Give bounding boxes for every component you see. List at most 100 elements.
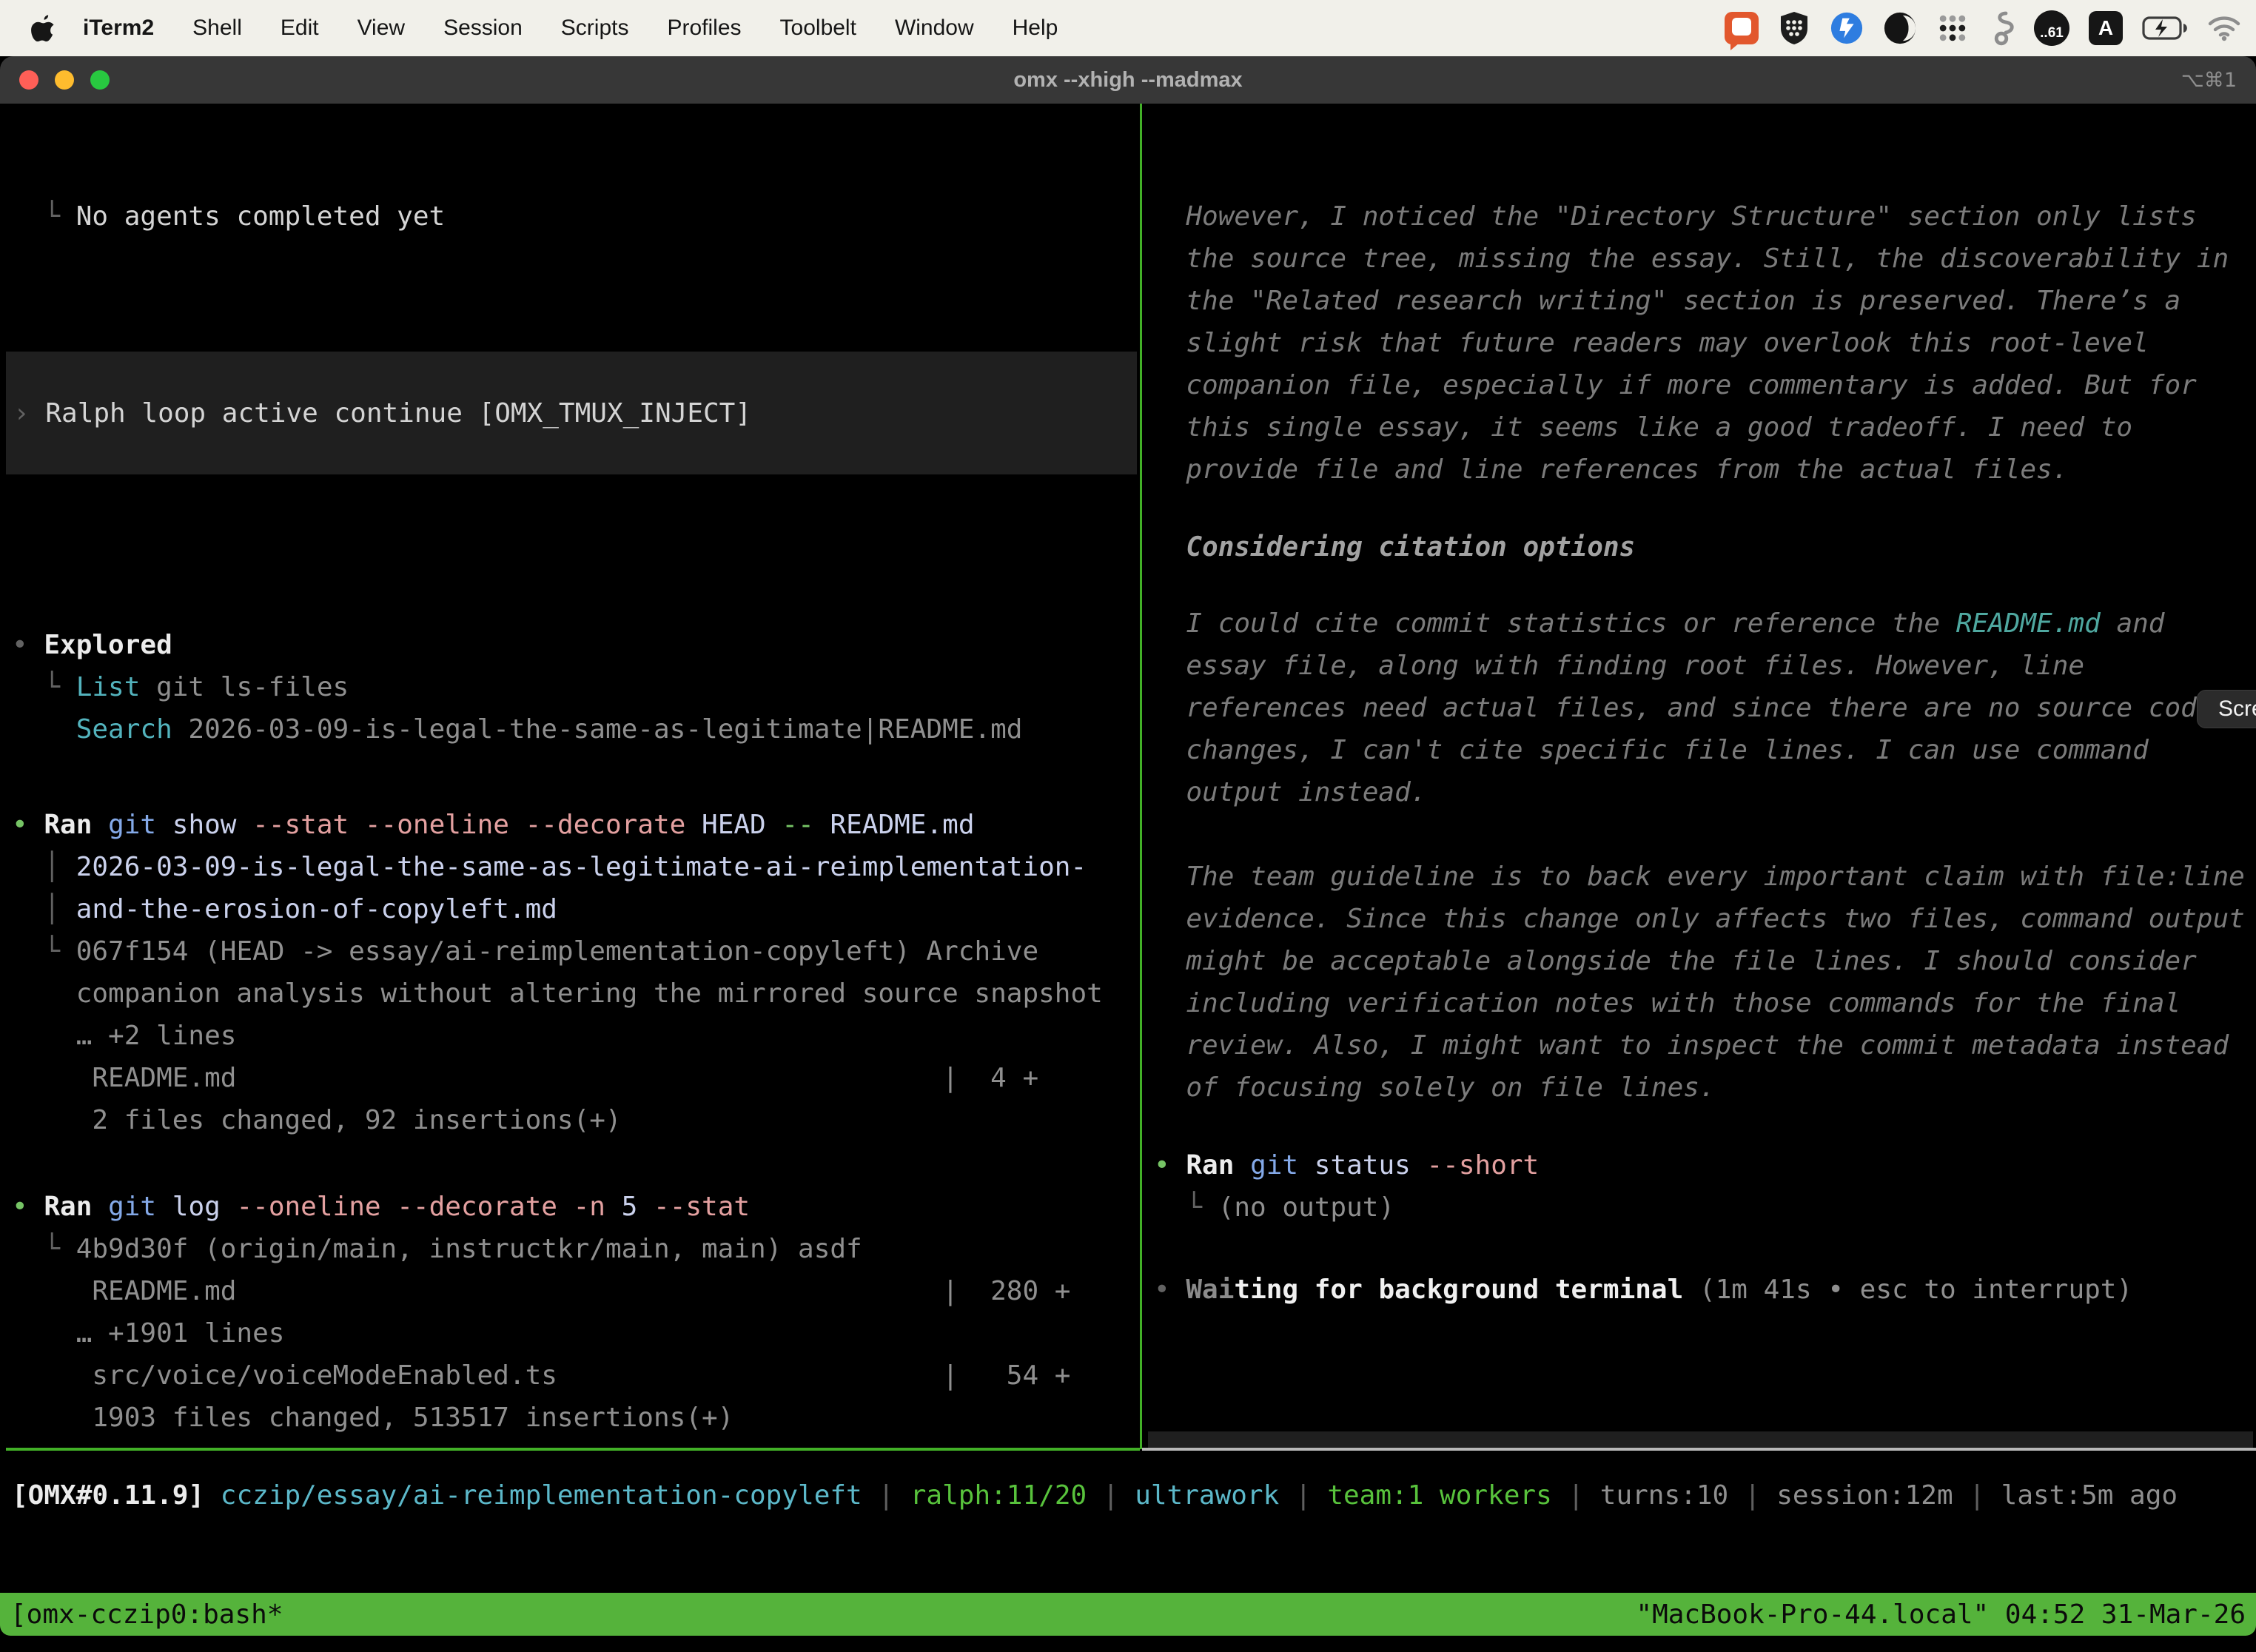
text-segment: │ bbox=[12, 894, 76, 924]
terminal-line: output instead. bbox=[1154, 771, 2256, 813]
menu-item-profiles[interactable]: Profiles bbox=[667, 16, 741, 41]
terminal-line: • Ran git show --stat --oneline --decora… bbox=[12, 804, 1140, 846]
menu-item-edit[interactable]: Edit bbox=[281, 16, 319, 41]
text-segment: README.md | 4 + bbox=[12, 1063, 1038, 1093]
terminal-line: companion file, especially if more comme… bbox=[1154, 364, 2256, 406]
right-prompt-box[interactable]: › Improve documentation in @filename bbox=[1148, 1431, 2253, 1449]
terminal-line: evidence. Since this change only affects… bbox=[1154, 898, 2256, 940]
text-segment: | bbox=[1728, 1480, 1776, 1511]
terminal-line: └ No agents completed yet bbox=[12, 195, 1140, 238]
left-pane-bottom-border bbox=[6, 1448, 1140, 1451]
terminal-line: changes, I can't cite specific file line… bbox=[1154, 729, 2256, 771]
crescent-icon[interactable] bbox=[1883, 11, 1917, 45]
text-segment: including verification notes with those … bbox=[1154, 988, 2181, 1018]
terminal-line: └ List git ls-files bbox=[12, 666, 1140, 708]
tmux-session-label: [omx-cczip0:bash* bbox=[10, 1594, 283, 1636]
text-segment: git ls-files bbox=[140, 672, 349, 702]
terminal-line: • Waiting for background terminal (1m 41… bbox=[1154, 1269, 2256, 1311]
text-segment: changes, I can't cite specific file line… bbox=[1154, 735, 2149, 765]
terminal-line: • Ran git log --oneline --decorate -n 5 … bbox=[12, 1186, 1140, 1228]
terminal-line: └ 067f154 (HEAD -> essay/ai-reimplementa… bbox=[12, 930, 1140, 973]
menu-item-view[interactable]: View bbox=[357, 16, 405, 41]
terminal-line: src/voice/voiceModeEnabled.ts | 54 + bbox=[12, 1354, 1140, 1397]
window-title-bar: omx --xhigh --madmax ⌥⌘1 bbox=[0, 56, 2256, 104]
text-segment: evidence. Since this change only affects… bbox=[1154, 904, 2245, 934]
text-segment: status bbox=[1298, 1150, 1426, 1181]
terminal-line: the source tree, missing the essay. Stil… bbox=[1154, 238, 2256, 280]
text-segment: README.md bbox=[1956, 608, 2101, 639]
text-segment: --oneline --decorate -n bbox=[236, 1192, 605, 1222]
terminal-line: README.md | 4 + bbox=[12, 1057, 1140, 1099]
text-segment: -- bbox=[782, 810, 813, 840]
screen: iTerm2 Shell Edit View Session Scripts Profile… bbox=[0, 0, 2256, 1652]
text-segment: ting for background terminal bbox=[1234, 1275, 1683, 1305]
a-badge-icon[interactable]: A bbox=[2089, 11, 2123, 45]
terminal-line: 1903 files changed, 513517 insertions(+) bbox=[12, 1397, 1140, 1439]
wifi-icon[interactable] bbox=[2207, 15, 2241, 41]
menu-bar: iTerm2 Shell Edit View Session Scripts Profile… bbox=[0, 0, 2256, 56]
terminal-line: The team guideline is to back every impo… bbox=[1154, 856, 2256, 898]
shield-grid-icon[interactable] bbox=[1778, 10, 1810, 46]
apple-menu-icon[interactable] bbox=[31, 13, 56, 43]
right-transcript: However, I noticed the "Directory Struct… bbox=[1154, 195, 2256, 1311]
menu-item-window[interactable]: Window bbox=[895, 16, 974, 41]
text-segment: provide file and line references from th… bbox=[1154, 454, 2068, 485]
text-segment: --stat --oneline --decorate bbox=[252, 810, 685, 840]
terminal-line: └ (no output) bbox=[1154, 1186, 2256, 1229]
text-segment: review. Also, I might want to inspect th… bbox=[1154, 1030, 2229, 1061]
terminal-line: └ 4b9d30f (origin/main, instructkr/main,… bbox=[12, 1228, 1140, 1270]
menu-item-help[interactable]: Help bbox=[1013, 16, 1058, 41]
terminal-line: including verification notes with those … bbox=[1154, 982, 2256, 1024]
text-segment: Ran bbox=[44, 1192, 92, 1222]
inject-banner: › Ralph loop active continue [OMX_TMUX_I… bbox=[6, 352, 1137, 474]
menu-item-toolbelt[interactable]: Toolbelt bbox=[780, 16, 856, 41]
terminal-line: • Explored bbox=[12, 624, 1140, 666]
text-segment: cczip/essay/ai-reimplementation-copyleft bbox=[221, 1480, 862, 1511]
dots-grid-icon[interactable] bbox=[1936, 12, 1969, 44]
terminal-line: this single essay, it seems like a good … bbox=[1154, 406, 2256, 449]
battery-percent-badge[interactable]: ..61 bbox=[2034, 10, 2069, 46]
text-segment: 4b9d30f (origin/main, instructkr/main, m… bbox=[76, 1234, 862, 1264]
menu-items: iTerm2 Shell Edit View Session Scripts Profile… bbox=[83, 16, 1058, 41]
chat-icon[interactable] bbox=[1725, 12, 1759, 44]
text-segment: log bbox=[156, 1192, 236, 1222]
text-segment: last:5m ago bbox=[2001, 1480, 2178, 1511]
terminal-line: However, I noticed the "Directory Struct… bbox=[1154, 195, 2256, 238]
menu-item-scripts[interactable]: Scripts bbox=[561, 16, 629, 41]
menu-item-shell[interactable]: Shell bbox=[192, 16, 242, 41]
window-title: omx --xhigh --madmax bbox=[0, 68, 2256, 93]
squiggle-icon[interactable] bbox=[1988, 10, 2015, 46]
terminal-line: Considering citation options bbox=[1154, 526, 2256, 568]
tmux-status-bar: [omx-cczip0:bash* "MacBook-Pro-44.local"… bbox=[0, 1593, 2256, 1636]
text-segment: src/voice/voiceModeEnabled.ts | 54 + bbox=[12, 1360, 1070, 1391]
text-segment: of focusing solely on file lines. bbox=[1154, 1072, 1716, 1103]
terminal-line: of focusing solely on file lines. bbox=[1154, 1067, 2256, 1109]
text-segment: | bbox=[1953, 1480, 2001, 1511]
terminal-line: review. Also, I might want to inspect th… bbox=[1154, 1024, 2256, 1067]
text-segment: However, I noticed the "Directory Struct… bbox=[1154, 201, 2197, 232]
terminal-line: might be acceptable alongside the file l… bbox=[1154, 940, 2256, 982]
text-segment: No agents completed yet bbox=[76, 201, 446, 232]
text-segment: (no output) bbox=[1218, 1192, 1394, 1223]
text-segment: the source tree, missing the essay. Stil… bbox=[1154, 244, 2229, 274]
menu-item-session[interactable]: Session bbox=[443, 16, 523, 41]
text-segment: 067f154 (HEAD -> essay/ai-reimplementati… bbox=[76, 936, 1038, 967]
window-shortcut-badge: ⌥⌘1 bbox=[2181, 69, 2237, 92]
terminal-line: README.md | 280 + bbox=[12, 1270, 1140, 1312]
tmux-host-clock: "MacBook-Pro-44.local" 04:52 31-Mar-26 bbox=[1636, 1594, 2246, 1636]
battery-icon[interactable] bbox=[2142, 16, 2188, 40]
text-segment: • bbox=[1154, 1275, 1186, 1305]
text-segment: git bbox=[1250, 1150, 1298, 1181]
menu-item-iterm2[interactable]: iTerm2 bbox=[83, 16, 154, 41]
text-segment: session:12m bbox=[1776, 1480, 1953, 1511]
text-segment bbox=[1234, 1150, 1250, 1181]
terminal-line: │ 2026-03-09-is-legal-the-same-as-legiti… bbox=[12, 846, 1140, 888]
text-segment: show bbox=[156, 810, 252, 840]
text-segment: | bbox=[1552, 1480, 1600, 1511]
text-segment: might be acceptable alongside the file l… bbox=[1154, 946, 2197, 976]
text-segment: | bbox=[1279, 1480, 1327, 1511]
blue-bolt-icon[interactable] bbox=[1830, 11, 1864, 45]
text-segment: 1903 files changed, 513517 insertions(+) bbox=[12, 1403, 733, 1433]
text-segment: slight risk that future readers may over… bbox=[1154, 328, 2149, 358]
agents-status-lines: └ No agents completed yet bbox=[12, 195, 1140, 238]
